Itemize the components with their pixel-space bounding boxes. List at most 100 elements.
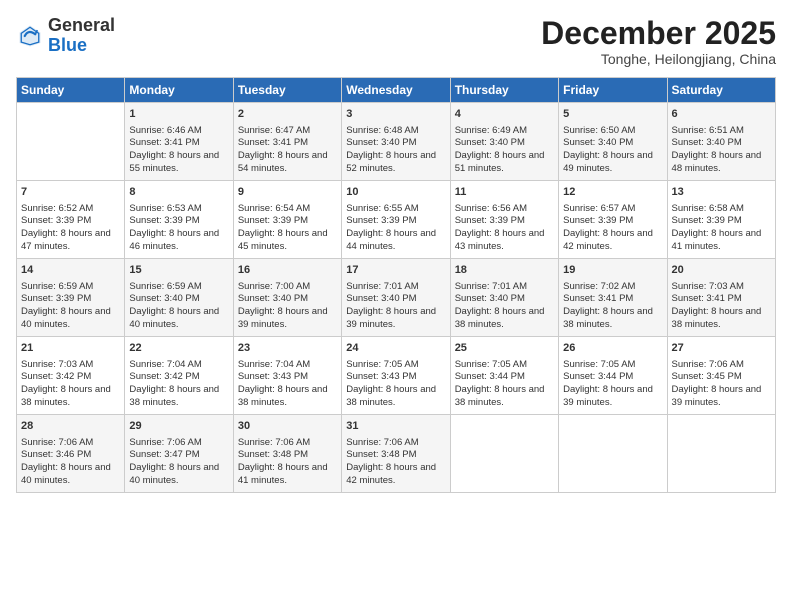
day-number: 21 [21,341,120,356]
day-info: Sunrise: 7:06 AMSunset: 3:46 PMDaylight:… [21,437,120,488]
day-number: 26 [563,341,662,356]
day-info: Sunrise: 6:52 AMSunset: 3:39 PMDaylight:… [21,203,120,254]
day-cell: 21 Sunrise: 7:03 AMSunset: 3:42 PMDayligh… [17,337,125,415]
day-cell: 20Sunrise: 7:03 AMSunset: 3:41 PMDayligh… [667,259,775,337]
day-info: Sunrise: 6:46 AMSunset: 3:41 PMDaylight:… [129,125,228,176]
day-number: 5 [563,107,662,122]
day-info: Sunrise: 7:06 AMSunset: 3:47 PMDaylight:… [129,437,228,488]
day-info: Sunrise: 6:54 AMSunset: 3:39 PMDaylight:… [238,203,337,254]
day-number: 13 [672,185,771,200]
day-cell: 1 Sunrise: 6:46 AMSunset: 3:41 PMDaylight… [125,103,233,181]
day-info: Sunrise: 7:03 AMSunset: 3:42 PMDaylight:… [21,359,120,410]
day-number: 31 [346,419,445,434]
day-info: Sunrise: 7:06 AMSunset: 3:45 PMDaylight:… [672,359,771,410]
day-cell: 6Sunrise: 6:51 AMSunset: 3:40 PMDaylight… [667,103,775,181]
col-header-sunday: Sunday [17,78,125,103]
day-number: 12 [563,185,662,200]
day-info: Sunrise: 6:57 AMSunset: 3:39 PMDaylight:… [563,203,662,254]
day-number: 30 [238,419,337,434]
day-info: Sunrise: 7:00 AMSunset: 3:40 PMDaylight:… [238,281,337,332]
day-info: Sunrise: 7:05 AMSunset: 3:44 PMDaylight:… [455,359,554,410]
day-cell: 5Sunrise: 6:50 AMSunset: 3:40 PMDaylight… [559,103,667,181]
day-number: 27 [672,341,771,356]
day-number: 23 [238,341,337,356]
location-subtitle: Tonghe, Heilongjiang, China [541,51,776,67]
logo: General Blue [16,16,115,56]
header-row: SundayMondayTuesdayWednesdayThursdayFrid… [17,78,776,103]
day-info: Sunrise: 6:59 AMSunset: 3:39 PMDaylight:… [21,281,120,332]
week-row-5: 28 Sunrise: 7:06 AMSunset: 3:46 PMDayligh… [17,415,776,493]
day-info: Sunrise: 6:56 AMSunset: 3:39 PMDaylight:… [455,203,554,254]
day-number: 3 [346,107,445,122]
day-cell: 18 Sunrise: 7:01 AMSunset: 3:40 PMDayligh… [450,259,558,337]
week-row-2: 7 Sunrise: 6:52 AMSunset: 3:39 PMDaylight… [17,181,776,259]
day-info: Sunrise: 6:58 AMSunset: 3:39 PMDaylight:… [672,203,771,254]
day-info: Sunrise: 6:48 AMSunset: 3:40 PMDaylight:… [346,125,445,176]
day-cell: 30 Sunrise: 7:06 AMSunset: 3:48 PMDayligh… [233,415,341,493]
day-number: 15 [129,263,228,278]
logo-blue: Blue [48,36,115,56]
day-cell: 2 Sunrise: 6:47 AMSunset: 3:41 PMDaylight… [233,103,341,181]
day-info: Sunrise: 7:03 AMSunset: 3:41 PMDaylight:… [672,281,771,332]
day-info: Sunrise: 7:01 AMSunset: 3:40 PMDaylight:… [346,281,445,332]
col-header-wednesday: Wednesday [342,78,450,103]
day-cell: 12 Sunrise: 6:57 AMSunset: 3:39 PMDayligh… [559,181,667,259]
day-info: Sunrise: 6:51 AMSunset: 3:40 PMDaylight:… [672,125,771,176]
day-cell [17,103,125,181]
day-cell: 29 Sunrise: 7:06 AMSunset: 3:47 PMDayligh… [125,415,233,493]
day-cell: 31 Sunrise: 7:06 AMSunset: 3:48 PMDayligh… [342,415,450,493]
day-number: 11 [455,185,554,200]
day-info: Sunrise: 6:59 AMSunset: 3:40 PMDaylight:… [129,281,228,332]
col-header-saturday: Saturday [667,78,775,103]
day-cell: 17Sunrise: 7:01 AMSunset: 3:40 PMDayligh… [342,259,450,337]
day-info: Sunrise: 6:53 AMSunset: 3:39 PMDaylight:… [129,203,228,254]
day-info: Sunrise: 7:06 AMSunset: 3:48 PMDaylight:… [346,437,445,488]
day-cell: 28 Sunrise: 7:06 AMSunset: 3:46 PMDayligh… [17,415,125,493]
day-number: 16 [238,263,337,278]
day-number: 18 [455,263,554,278]
day-info: Sunrise: 6:47 AMSunset: 3:41 PMDaylight:… [238,125,337,176]
col-header-tuesday: Tuesday [233,78,341,103]
col-header-monday: Monday [125,78,233,103]
day-number: 14 [21,263,120,278]
month-title: December 2025 [541,16,776,51]
day-cell: 10Sunrise: 6:55 AMSunset: 3:39 PMDayligh… [342,181,450,259]
day-info: Sunrise: 7:04 AMSunset: 3:42 PMDaylight:… [129,359,228,410]
day-cell: 27 Sunrise: 7:06 AMSunset: 3:45 PMDayligh… [667,337,775,415]
day-number: 19 [563,263,662,278]
week-row-1: 1 Sunrise: 6:46 AMSunset: 3:41 PMDaylight… [17,103,776,181]
day-cell: 15 Sunrise: 6:59 AMSunset: 3:40 PMDayligh… [125,259,233,337]
page-container: General Blue December 2025 Tonghe, Heilo… [0,0,792,503]
day-number: 8 [129,185,228,200]
day-info: Sunrise: 7:04 AMSunset: 3:43 PMDaylight:… [238,359,337,410]
day-cell: 9 Sunrise: 6:54 AMSunset: 3:39 PMDaylight… [233,181,341,259]
day-cell: 14 Sunrise: 6:59 AMSunset: 3:39 PMDayligh… [17,259,125,337]
day-number: 2 [238,107,337,122]
day-info: Sunrise: 7:06 AMSunset: 3:48 PMDaylight:… [238,437,337,488]
day-number: 22 [129,341,228,356]
day-info: Sunrise: 7:05 AMSunset: 3:43 PMDaylight:… [346,359,445,410]
day-cell: 23 Sunrise: 7:04 AMSunset: 3:43 PMDayligh… [233,337,341,415]
day-info: Sunrise: 7:01 AMSunset: 3:40 PMDaylight:… [455,281,554,332]
day-info: Sunrise: 6:55 AMSunset: 3:39 PMDaylight:… [346,203,445,254]
day-cell: 8 Sunrise: 6:53 AMSunset: 3:39 PMDaylight… [125,181,233,259]
logo-general: General [48,16,115,36]
col-header-thursday: Thursday [450,78,558,103]
logo-text: General Blue [48,16,115,56]
day-cell: 26Sunrise: 7:05 AMSunset: 3:44 PMDayligh… [559,337,667,415]
day-number: 28 [21,419,120,434]
day-cell: 11 Sunrise: 6:56 AMSunset: 3:39 PMDayligh… [450,181,558,259]
day-number: 1 [129,107,228,122]
day-cell [667,415,775,493]
logo-icon [16,22,44,50]
day-number: 25 [455,341,554,356]
day-cell: 25 Sunrise: 7:05 AMSunset: 3:44 PMDayligh… [450,337,558,415]
day-number: 29 [129,419,228,434]
calendar-table: SundayMondayTuesdayWednesdayThursdayFrid… [16,77,776,493]
day-cell: 13 Sunrise: 6:58 AMSunset: 3:39 PMDayligh… [667,181,775,259]
day-cell [450,415,558,493]
day-number: 7 [21,185,120,200]
day-info: Sunrise: 7:02 AMSunset: 3:41 PMDaylight:… [563,281,662,332]
day-number: 9 [238,185,337,200]
day-cell: 7 Sunrise: 6:52 AMSunset: 3:39 PMDaylight… [17,181,125,259]
